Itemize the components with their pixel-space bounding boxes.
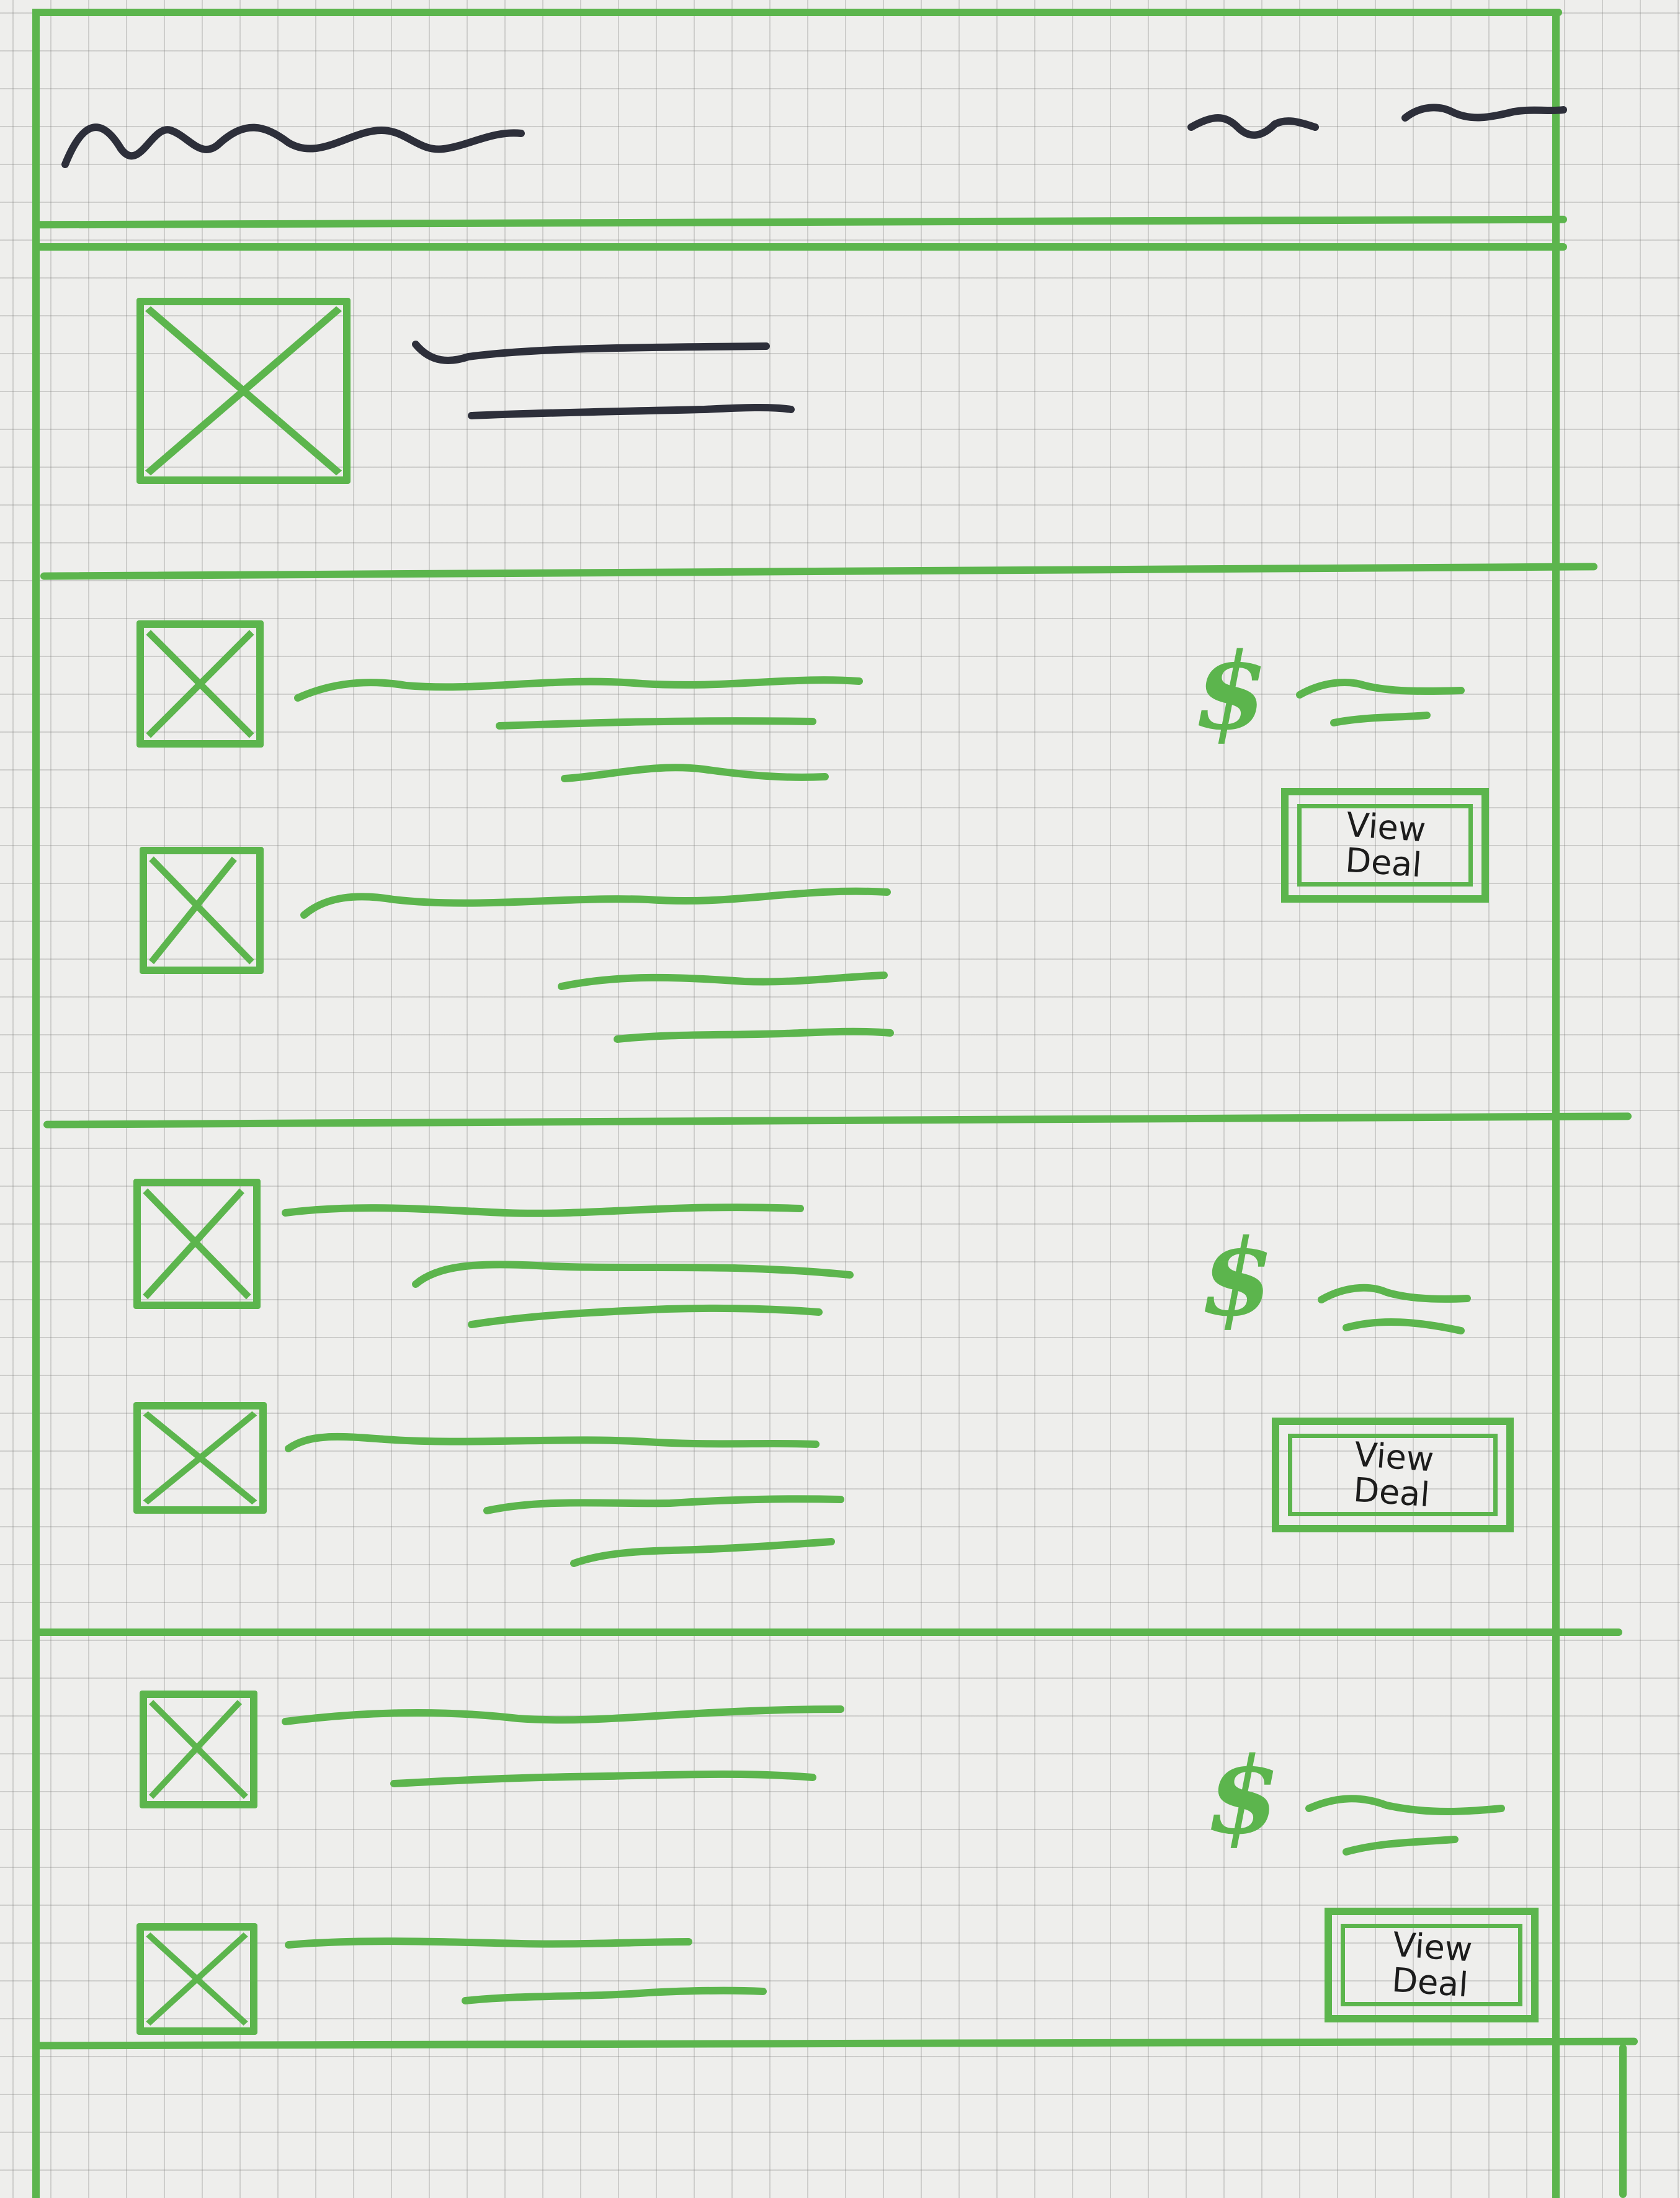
item-text-line — [294, 664, 863, 707]
item-text-line — [483, 1486, 844, 1523]
image-placeholder-icon — [133, 1179, 261, 1309]
price-dollar-icon: $ — [1200, 1216, 1274, 1340]
price-value — [1305, 1787, 1505, 1867]
view-deal-label: View Deal — [1391, 1924, 1474, 2004]
view-deal-button[interactable]: View Deal — [1325, 1908, 1539, 2022]
footer-right-edge — [1619, 2044, 1627, 2198]
logo[interactable] — [59, 105, 525, 174]
item-text-line — [412, 1247, 854, 1297]
nav-link[interactable] — [1187, 109, 1319, 146]
item-text-line — [282, 1191, 804, 1228]
section-divider — [34, 1628, 1622, 1636]
image-placeholder-icon — [133, 1402, 267, 1514]
footer-left-edge — [32, 2044, 40, 2198]
item-text-line — [462, 1979, 767, 2013]
item-text-line — [468, 1293, 823, 1334]
price-dollar-icon: $ — [1194, 630, 1268, 754]
header-top-border — [35, 9, 1562, 16]
view-deal-button[interactable]: View Deal — [1272, 1418, 1514, 1532]
item-text-line — [558, 962, 888, 996]
price-dollar-icon: $ — [1207, 1734, 1280, 1858]
item-text-line — [390, 1759, 816, 1796]
item-text-line — [285, 1926, 692, 1957]
view-deal-label: View Deal — [1352, 1434, 1436, 1514]
item-text-line — [496, 710, 816, 735]
item-text-line — [614, 1017, 894, 1048]
header-divider — [35, 243, 1567, 251]
item-text-line — [561, 757, 829, 788]
item-text-line — [570, 1532, 835, 1570]
featured-title-line — [412, 335, 770, 372]
price-value — [1318, 1275, 1471, 1343]
price-value — [1296, 667, 1465, 735]
nav-link[interactable] — [1401, 96, 1567, 140]
image-placeholder-icon — [136, 1923, 257, 2035]
image-placeholder-icon — [140, 847, 264, 974]
item-text-line — [300, 875, 891, 924]
item-text-line — [285, 1421, 820, 1464]
view-deal-label: View Deal — [1344, 805, 1428, 885]
image-placeholder-icon — [136, 298, 351, 484]
image-placeholder-icon — [140, 1691, 257, 1808]
item-text-line — [282, 1694, 844, 1737]
featured-subtitle-line — [468, 394, 795, 425]
image-placeholder-icon — [136, 620, 264, 748]
view-deal-button[interactable]: View Deal — [1281, 788, 1489, 903]
